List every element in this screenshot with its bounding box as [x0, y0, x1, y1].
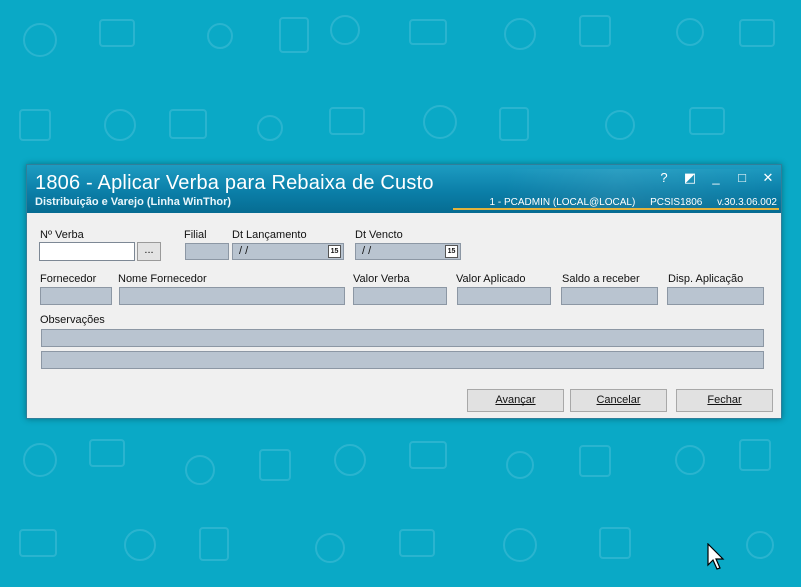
window-controls: ? ◩ _ □ ✕: [657, 171, 775, 185]
fornecedor-field: [40, 287, 112, 305]
observacoes-field-2: [41, 351, 764, 369]
observacoes-field-1: [41, 329, 764, 347]
valor-verba-label: Valor Verba: [353, 273, 410, 285]
saldo-receber-label: Saldo a receber: [562, 273, 640, 285]
valor-verba-field: [353, 287, 447, 305]
close-icon[interactable]: ✕: [761, 171, 775, 185]
n-verba-label: Nº Verba: [40, 229, 84, 241]
maximize-icon[interactable]: □: [735, 171, 749, 185]
fechar-button[interactable]: Fechar: [676, 389, 773, 412]
nome-fornecedor-label: Nome Fornecedor: [118, 273, 207, 285]
saldo-receber-field: [561, 287, 658, 305]
search-verba-button[interactable]: ...: [137, 242, 161, 261]
dt-lancamento-label: Dt Lançamento: [232, 229, 307, 241]
calendar-icon[interactable]: 15: [328, 245, 341, 258]
title-bar[interactable]: 1806 - Aplicar Verba para Rebaixa de Cus…: [27, 165, 781, 213]
filial-field: [185, 243, 229, 260]
help-icon[interactable]: ?: [657, 171, 671, 185]
dt-lancamento-value: / /: [239, 245, 249, 257]
routine-code: PCSIS1806: [650, 197, 703, 208]
dt-vencto-field[interactable]: / / 15: [355, 243, 461, 260]
disp-aplicacao-label: Disp. Aplicação: [668, 273, 744, 285]
minimize-icon[interactable]: _: [709, 171, 723, 185]
nome-fornecedor-field: [119, 287, 345, 305]
title-accent-line: [453, 208, 779, 210]
user-info: 1 - PCADMIN (LOCAL@LOCAL): [489, 197, 636, 208]
mouse-cursor-icon: [707, 543, 725, 570]
dt-vencto-value: / /: [362, 245, 372, 257]
window-title: 1806 - Aplicar Verba para Rebaixa de Cus…: [35, 172, 434, 194]
window-subtitle: Distribuição e Varejo (Linha WinThor): [35, 196, 232, 208]
n-verba-input[interactable]: [39, 242, 135, 261]
restore-icon[interactable]: ◩: [683, 171, 697, 185]
dialog-window: 1806 - Aplicar Verba para Rebaixa de Cus…: [26, 164, 782, 419]
system-info: 1 - PCADMIN (LOCAL@LOCAL) PCSIS1806 v.30…: [478, 197, 777, 208]
dt-vencto-label: Dt Vencto: [355, 229, 403, 241]
filial-label: Filial: [184, 229, 207, 241]
observacoes-label: Observações: [40, 314, 105, 326]
valor-aplicado-field: [457, 287, 551, 305]
version-label: v.30.3.06.002: [717, 197, 777, 208]
form-content: Nº Verba ... Filial Dt Lançamento / / 15…: [27, 213, 781, 418]
dt-lancamento-field[interactable]: / / 15: [232, 243, 344, 260]
calendar-icon[interactable]: 15: [445, 245, 458, 258]
fornecedor-label: Fornecedor: [40, 273, 97, 285]
valor-aplicado-label: Valor Aplicado: [456, 273, 526, 285]
disp-aplicacao-field: [667, 287, 764, 305]
cancelar-button[interactable]: Cancelar: [570, 389, 667, 412]
avancar-button[interactable]: Avançar: [467, 389, 564, 412]
